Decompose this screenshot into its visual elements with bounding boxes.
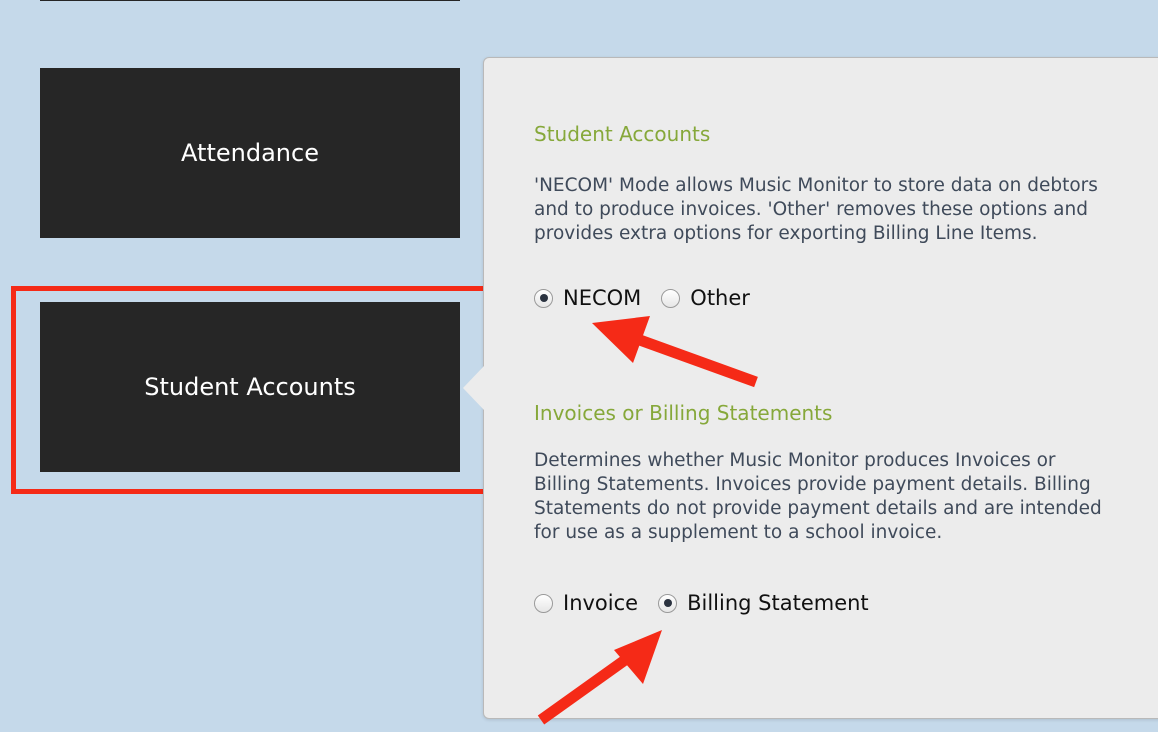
invoices-description: Determines whether Music Monitor produce… <box>534 450 1102 543</box>
mode-radio-group: NECOM Other <box>534 286 770 310</box>
nav-item-label: Student Accounts <box>144 373 356 401</box>
settings-panel <box>483 57 1158 719</box>
radio-label-invoice: Invoice <box>563 591 639 615</box>
nav-item-attendance[interactable]: Attendance <box>40 68 460 238</box>
radio-button-other[interactable] <box>661 288 681 308</box>
nav-item-partial[interactable] <box>40 0 460 1</box>
radio-option-necom[interactable]: NECOM <box>534 286 641 310</box>
radio-label-other: Other <box>690 286 750 310</box>
radio-label-necom: NECOM <box>563 286 642 310</box>
radio-button-invoice[interactable] <box>534 593 553 613</box>
billing-radio-group: Invoice Billing Statement <box>534 591 889 615</box>
panel-pointer <box>463 366 484 410</box>
radio-button-billing-statement[interactable] <box>658 593 678 613</box>
nav-item-student-accounts[interactable]: Student Accounts <box>40 302 460 472</box>
radio-button-necom[interactable] <box>534 288 553 308</box>
radio-option-other[interactable]: Other <box>661 286 750 310</box>
radio-option-invoice[interactable]: Invoice <box>534 591 638 615</box>
radio-label-billing-statement: Billing Statement <box>687 591 869 615</box>
section-heading-student-accounts: Student Accounts <box>534 122 711 146</box>
nav-item-label: Attendance <box>181 139 319 167</box>
radio-option-billing-statement[interactable]: Billing Statement <box>658 591 869 615</box>
student-accounts-description: 'NECOM' Mode allows Music Monitor to sto… <box>534 175 1098 244</box>
section-heading-invoices: Invoices or Billing Statements <box>534 401 833 425</box>
